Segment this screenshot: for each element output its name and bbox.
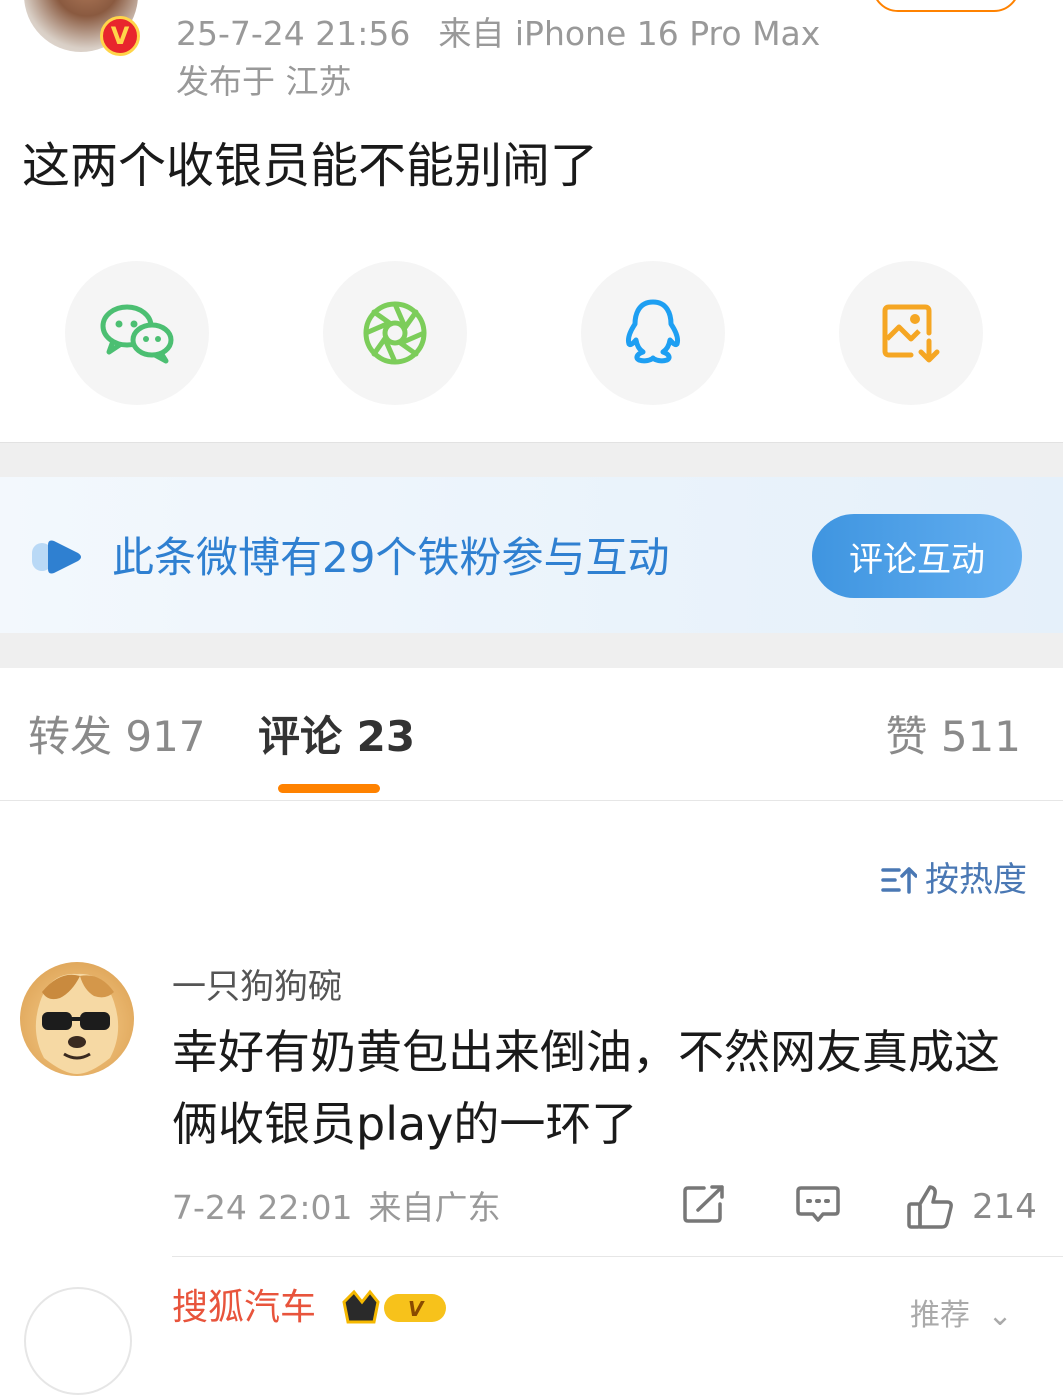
fan-banner-text: 此条微博有29个铁粉参与互动 <box>112 533 670 582</box>
reply-button[interactable] <box>796 1184 840 1224</box>
post-meta: 25-7-24 21:56 来自 iPhone 16 Pro Max <box>176 14 820 54</box>
save-image-icon <box>882 304 940 363</box>
commenter-avatar[interactable] <box>24 1287 132 1395</box>
share-wechat-button[interactable] <box>65 261 209 405</box>
post-time: 25-7-24 21:56 <box>176 14 411 53</box>
save-image-button[interactable] <box>839 261 983 405</box>
share-qq-button[interactable] <box>581 261 725 405</box>
tab-repost[interactable]: 转发 917 <box>28 710 206 764</box>
like-count: 214 <box>972 1187 1037 1227</box>
like-button[interactable]: 214 <box>906 1184 1037 1230</box>
divider <box>172 1256 1063 1257</box>
fan-play-icon <box>30 537 86 581</box>
tab-like[interactable]: 赞 511 <box>885 710 1021 764</box>
verified-badge-icon: V <box>100 16 140 56</box>
qq-icon <box>626 299 680 364</box>
active-tab-indicator <box>278 784 380 793</box>
divider <box>0 442 1063 443</box>
vip-level-text: V <box>408 1297 425 1321</box>
comment-icon <box>796 1186 840 1222</box>
sort-icon <box>881 867 917 894</box>
follow-button[interactable] <box>872 0 1020 12</box>
comment-interact-button[interactable]: 评论互动 <box>812 514 1022 598</box>
comment-time: 7-24 22:01 <box>172 1188 353 1227</box>
vip-crown-badge-icon: V <box>342 1289 446 1324</box>
chevron-down-icon: ⌄ <box>987 1298 1013 1333</box>
sort-by-hot-button[interactable]: 按热度 <box>881 858 1027 902</box>
wechat-icon <box>100 304 174 364</box>
post-location: 发布于 江苏 <box>176 62 352 101</box>
comment-source: 来自广东 <box>368 1188 501 1227</box>
comment-meta: 7-24 22:01 来自广东 <box>172 1188 501 1228</box>
share-moments-button[interactable] <box>323 261 467 405</box>
repost-icon <box>683 1185 724 1223</box>
moments-icon <box>363 301 427 365</box>
thumbs-up-icon <box>907 1185 953 1229</box>
recommend-text: 推荐 <box>910 1298 970 1333</box>
commenter-name[interactable]: 一只狗狗碗 <box>172 966 342 1008</box>
post-source: 来自 iPhone 16 Pro Max <box>438 14 821 53</box>
divider <box>0 800 1063 801</box>
repost-comment-button[interactable] <box>682 1184 726 1224</box>
recommend-label[interactable]: 推荐 ⌄ <box>910 1290 1013 1334</box>
sort-label: 按热度 <box>925 860 1027 900</box>
commenter-avatar[interactable] <box>20 962 134 1076</box>
tab-comment[interactable]: 评论 23 <box>258 710 415 764</box>
post-text: 这两个收银员能不能别闹了 <box>22 138 599 194</box>
commenter-name[interactable]: 搜狐汽车 <box>172 1286 316 1330</box>
comment-text: 幸好有奶黄包出来倒油，不然网友真成这俩收银员play的一环了 <box>172 1025 1000 1151</box>
